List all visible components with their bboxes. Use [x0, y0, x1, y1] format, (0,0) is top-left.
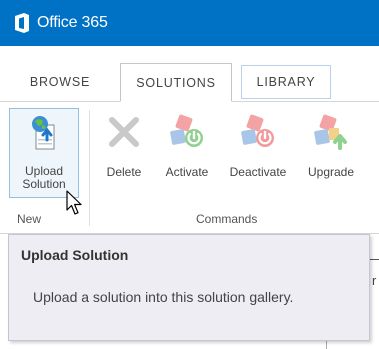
- upgrade-icon: [314, 114, 347, 150]
- ribbon-group-separator: [89, 110, 90, 226]
- delete-label: Delete: [106, 165, 142, 179]
- suite-bar: Office 365: [0, 0, 379, 46]
- activate-button[interactable]: Activate: [156, 108, 218, 200]
- tab-solutions-label: SOLUTIONS: [136, 75, 216, 90]
- page-content-fragment: r: [372, 273, 377, 288]
- tab-library-label: LIBRARY: [256, 75, 316, 89]
- tab-browse-label: BROWSE: [29, 75, 91, 89]
- tab-library[interactable]: LIBRARY: [241, 65, 331, 99]
- upload-solution-tooltip: Upload Solution Upload a solution into t…: [8, 234, 370, 341]
- activate-icon: [170, 114, 203, 147]
- delete-button[interactable]: Delete: [98, 108, 150, 200]
- ribbon: Upload Solution Delete Activate Deactiva…: [0, 102, 379, 234]
- tooltip-body: Upload a solution into this solution gal…: [33, 289, 294, 305]
- mouse-pointer-icon: [66, 190, 82, 215]
- tab-solutions[interactable]: SOLUTIONS: [120, 63, 232, 102]
- ribbon-group-new-label: New: [17, 212, 42, 226]
- office-logo-icon: [15, 13, 29, 33]
- office-365-brand[interactable]: Office 365: [13, 13, 108, 33]
- deactivate-button[interactable]: Deactivate: [222, 108, 294, 200]
- activate-label: Activate: [165, 165, 209, 179]
- upload-solution-label-text: Upload Solution: [22, 164, 66, 191]
- deactivate-label: Deactivate: [229, 165, 287, 179]
- ribbon-tab-strip: BROWSE SOLUTIONS LIBRARY: [0, 46, 379, 102]
- page-content-edge: [326, 341, 327, 349]
- upgrade-label: Upgrade: [307, 165, 355, 179]
- upgrade-button[interactable]: Upgrade: [298, 108, 364, 200]
- upload-solution-label: Upload Solution: [22, 165, 65, 191]
- upload-solution-icon: [32, 116, 55, 150]
- tab-browse[interactable]: BROWSE: [10, 63, 110, 101]
- delete-x-icon: [109, 117, 139, 147]
- upload-solution-button[interactable]: Upload Solution: [9, 108, 79, 198]
- deactivate-icon: [241, 114, 274, 147]
- brand-text: Office 365: [37, 14, 108, 31]
- page-content-rule: [370, 259, 379, 260]
- ribbon-group-commands-label: Commands: [196, 212, 258, 226]
- tooltip-title: Upload Solution: [21, 247, 129, 263]
